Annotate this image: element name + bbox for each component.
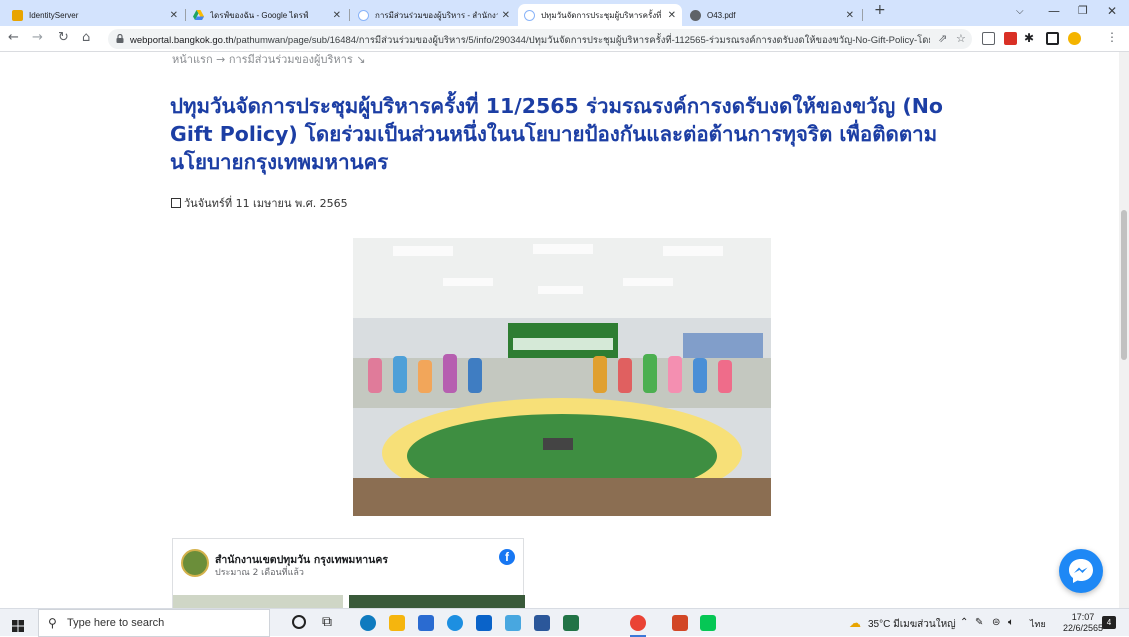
chrome-icon[interactable] — [630, 615, 646, 631]
close-icon[interactable]: ✕ — [170, 10, 178, 21]
tab-active-meeting-news[interactable]: ปทุมวันจัดการประชุมผู้บริหารครั้งที่ 11/… — [518, 4, 682, 26]
facebook-icon[interactable]: f — [499, 549, 515, 565]
clock-time: 17:07 — [1071, 612, 1095, 622]
tab-title: การมีส่วนร่วมของผู้บริหาร - สำนักงาน — [375, 10, 498, 20]
messenger-chat-button[interactable] — [1059, 549, 1103, 593]
tab-title: IdentityServer — [29, 10, 79, 20]
search-icon: ⚲ — [48, 616, 57, 630]
pdf-extension-icon[interactable] — [1004, 32, 1017, 45]
post-date-text: วันจันทร์ที่ 11 เมษายน พ.ศ. 2565 — [184, 197, 348, 210]
powerpoint-icon[interactable] — [672, 615, 688, 631]
chrome-icon — [690, 9, 701, 21]
bookmark-star-icon[interactable]: ☆ — [956, 32, 966, 45]
tab-identityserver[interactable]: IdentityServer ✕ — [6, 4, 184, 26]
tab-o43-pdf[interactable]: O43.pdf ✕ — [684, 4, 860, 26]
side-panel-icon[interactable] — [1046, 32, 1059, 45]
lock-icon — [116, 34, 124, 43]
windows-start-icon[interactable] — [12, 617, 24, 636]
facebook-embed[interactable]: สำนักงานเขตปทุมวัน กรุงเทพมหานคร ประมาณ … — [172, 538, 525, 608]
post-date: วันจันทร์ที่ 11 เมษายน พ.ศ. 2565 — [171, 194, 348, 212]
task-view-icon[interactable]: ⧉ — [322, 614, 332, 630]
share-icon[interactable]: ⇗ — [938, 32, 947, 45]
menu-kebab-icon[interactable]: ⋮ — [1106, 30, 1118, 44]
site-icon — [358, 9, 369, 21]
forward-arrow-icon[interactable]: → — [32, 30, 43, 45]
profile-avatar[interactable] — [1068, 32, 1081, 45]
tray-chevron-icon[interactable]: ⌃ — [960, 617, 968, 628]
tab-title: O43.pdf — [707, 10, 736, 20]
app-icon[interactable] — [505, 615, 521, 631]
close-icon[interactable]: ✕ — [502, 10, 510, 21]
calendar-icon — [171, 198, 181, 208]
home-icon[interactable]: ⌂ — [82, 30, 90, 45]
breadcrumb[interactable]: หน้าแรก → การมีส่วนร่วมของผู้บริหาร ↘ — [172, 52, 365, 68]
word-icon[interactable] — [534, 615, 550, 631]
fb-post-image[interactable] — [349, 595, 525, 608]
close-icon[interactable]: ✕ — [846, 10, 854, 21]
tab-separator — [862, 9, 863, 21]
address-bar[interactable]: webportal.bangkok.go.th/pathumwan/page/s… — [108, 29, 972, 49]
page-avatar[interactable] — [181, 549, 209, 577]
weather-text[interactable]: 35°C มีเมฆส่วนใหญ่ — [868, 617, 956, 632]
messenger-icon — [1069, 559, 1093, 583]
pen-icon[interactable]: ✎ — [975, 617, 983, 628]
extension-icon[interactable] — [982, 32, 995, 45]
close-icon[interactable]: ✕ — [333, 10, 341, 21]
url-path: /pathumwan/page/sub/16484/การมีส่วนร่วมข… — [233, 35, 930, 46]
extensions-puzzle-icon[interactable]: ✱ — [1024, 31, 1034, 45]
tab-google-drive[interactable]: ไดรฟ์ของฉัน - Google ไดรฟ์ ✕ — [187, 4, 347, 26]
tab-executive-participation[interactable]: การมีส่วนร่วมของผู้บริหาร - สำนักงาน ✕ — [352, 4, 516, 26]
tab-separator — [185, 9, 186, 21]
web-page: หน้าแรก → การมีส่วนร่วมของผู้บริหาร ↘ ปท… — [0, 52, 1119, 608]
taskbar-search-input[interactable]: ⚲ Type here to search — [38, 609, 270, 637]
search-placeholder: Type here to search — [67, 617, 165, 629]
identityserver-icon — [12, 9, 23, 21]
tab-strip: IdentityServer ✕ ไดรฟ์ของฉัน - Google ได… — [0, 0, 1129, 26]
file-explorer-icon[interactable] — [389, 615, 405, 631]
fb-post-image[interactable] — [173, 595, 343, 608]
google-drive-icon — [193, 9, 204, 21]
cortana-icon[interactable] — [292, 615, 306, 629]
tab-title: ไดรฟ์ของฉัน - Google ไดรฟ์ — [210, 10, 309, 20]
site-icon — [524, 9, 535, 21]
close-icon[interactable]: ✕ — [668, 10, 676, 21]
notification-center-icon[interactable]: 4 — [1102, 616, 1116, 629]
fb-post-time[interactable]: ประมาณ 2 เดือนที่แล้ว — [215, 565, 304, 579]
meeting-photo — [353, 238, 771, 516]
network-icon[interactable]: ⊜ — [992, 617, 1000, 628]
minimize-button[interactable]: — — [1048, 4, 1060, 18]
restore-button[interactable]: ❐ — [1078, 4, 1088, 17]
scrollbar-thumb[interactable] — [1121, 210, 1127, 360]
browser-toolbar: ← → ↻ ⌂ webportal.bangkok.go.th/pathumwa… — [0, 26, 1129, 52]
windows-taskbar: ⚲ Type here to search ⧉ ☁ 35°C มีเมฆส่วน… — [0, 608, 1129, 637]
new-tab-button[interactable]: + — [874, 2, 886, 18]
tab-separator — [349, 9, 350, 21]
page-title: ปทุมวันจัดการประชุมผู้บริหารครั้งที่ 11/… — [170, 94, 943, 174]
mail-icon[interactable] — [476, 615, 492, 631]
line-icon[interactable] — [700, 615, 716, 631]
input-language[interactable]: ไทย — [1030, 617, 1046, 631]
close-window-button[interactable]: ✕ — [1107, 4, 1117, 18]
weather-icon[interactable]: ☁ — [849, 616, 861, 630]
edge-icon[interactable] — [360, 615, 376, 631]
back-arrow-icon[interactable]: ← — [8, 30, 19, 45]
store-icon[interactable] — [418, 615, 434, 631]
clock-date: 22/6/2565 — [1063, 623, 1104, 633]
browser-icon[interactable] — [447, 615, 463, 631]
excel-icon[interactable] — [563, 615, 579, 631]
volume-icon[interactable]: 🔈︎ — [1008, 617, 1014, 628]
url-host: webportal.bangkok.go.th — [130, 35, 234, 46]
tab-title: ปทุมวันจัดการประชุมผู้บริหารครั้งที่ 11/ — [541, 10, 664, 20]
page-scrollbar[interactable] — [1119, 52, 1129, 608]
tab-search-icon[interactable]: ⌵ — [1016, 6, 1024, 17]
reload-icon[interactable]: ↻ — [58, 30, 69, 45]
url-text[interactable]: webportal.bangkok.go.th/pathumwan/page/s… — [130, 33, 930, 48]
taskbar-clock[interactable]: 17:07 22/6/2565 — [1063, 612, 1103, 634]
